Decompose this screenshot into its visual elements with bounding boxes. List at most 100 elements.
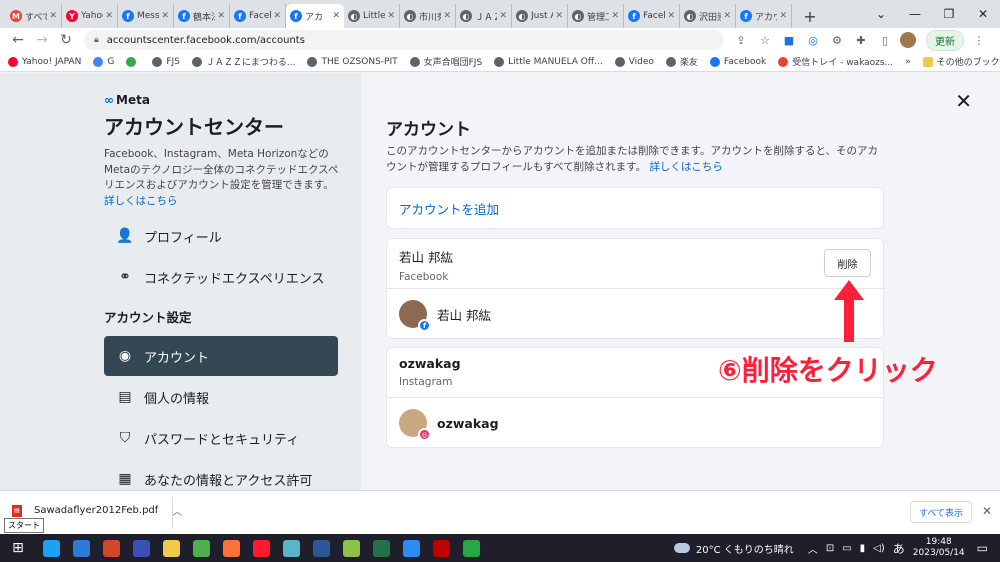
share-icon[interactable]: ⇪: [732, 31, 750, 49]
start-button[interactable]: ⊞: [0, 534, 36, 562]
sidebar-item-profile[interactable]: 👤 プロフィール: [104, 216, 338, 256]
sidebar-item-accounts[interactable]: ◉ アカウント: [104, 336, 338, 376]
tab-close-icon[interactable]: ✕: [273, 11, 281, 21]
bookmark-item[interactable]: Facebook: [709, 56, 766, 67]
sidebar-learn-more-link[interactable]: 詳しくはこちら: [104, 195, 178, 207]
browser-tab[interactable]: fアカウン✕: [736, 4, 792, 28]
tab-close-icon[interactable]: ✕: [555, 11, 563, 21]
sidebar-item-personal-info[interactable]: ▤ 個人の情報: [104, 377, 338, 417]
sidebar-item-password-security[interactable]: ⛉ パスワードとセキュリティ: [104, 418, 338, 458]
bookmark-item[interactable]: 受信トレイ - wakaozs...: [778, 55, 893, 68]
extension-circle-icon[interactable]: ◎: [804, 31, 822, 49]
taskbar-app-powerpoint-icon[interactable]: [96, 534, 126, 562]
extension-gear-icon[interactable]: ⚙: [828, 31, 846, 49]
add-account-button[interactable]: アカウントを追加: [386, 187, 884, 229]
bookmark-item[interactable]: FJS: [152, 56, 180, 67]
bookmark-item[interactable]: 楽友: [665, 55, 698, 68]
bookmark-item[interactable]: Video: [614, 56, 654, 67]
bookmark-item[interactable]: G: [93, 56, 114, 67]
tab-close-icon[interactable]: ✕: [332, 11, 340, 21]
taskbar-app-app-green-icon[interactable]: [456, 534, 486, 562]
address-bar[interactable]: 🔒︎ accountscenter.facebook.com/accounts: [84, 30, 724, 50]
back-button[interactable]: ←: [6, 32, 30, 48]
tab-close-icon[interactable]: ✕: [217, 11, 225, 21]
close-download-bar-icon[interactable]: ✕: [982, 504, 992, 518]
tab-close-icon[interactable]: ✕: [723, 11, 731, 21]
annotation-arrow: [834, 280, 864, 342]
extensions-puzzle-icon[interactable]: ✚: [852, 31, 870, 49]
browser-tab[interactable]: ◐市川秀✕: [400, 4, 456, 28]
taskbar-app-file-explorer-icon[interactable]: [156, 534, 186, 562]
taskbar-app-notebook-icon[interactable]: [276, 534, 306, 562]
sidebar-item-your-info-permissions[interactable]: ▦ あなたの情報とアクセス許可: [104, 459, 338, 490]
bookmark-item[interactable]: Little MANUELA Off...: [494, 56, 603, 67]
restore-button[interactable]: ❐: [932, 0, 966, 28]
tab-search-icon[interactable]: ⌄: [864, 0, 898, 28]
bookmark-star-icon[interactable]: ☆: [756, 31, 774, 49]
browser-tab[interactable]: ◐沢田崇✕: [680, 4, 736, 28]
update-button[interactable]: 更新: [926, 29, 964, 51]
other-bookmarks-folder[interactable]: その他のブックマーク: [922, 55, 1000, 68]
taskbar-app-notepad-icon[interactable]: [336, 534, 366, 562]
profile-row[interactable]: ◎ ozwakag: [387, 398, 883, 448]
minimize-button[interactable]: —: [898, 0, 932, 28]
close-window-button[interactable]: ✕: [966, 0, 1000, 28]
taskbar-app-ie-icon[interactable]: [66, 534, 96, 562]
tab-close-icon[interactable]: ✕: [387, 11, 395, 21]
window-controls: ⌄ — ❐ ✕: [864, 0, 1000, 28]
tab-close-icon[interactable]: ✕: [611, 11, 619, 21]
browser-tab[interactable]: fFacebo✕: [624, 4, 680, 28]
tab-close-icon[interactable]: ✕: [105, 11, 113, 21]
browser-tab[interactable]: YYahoo!✕: [62, 4, 118, 28]
taskbar-app-app-circle-icon[interactable]: [126, 534, 156, 562]
bookmark-favicon-icon: [307, 56, 318, 67]
tab-close-icon[interactable]: ✕: [49, 11, 57, 21]
taskbar-app-firefox-icon[interactable]: [216, 534, 246, 562]
sidebar-item-connected-experiences[interactable]: ⚭ コネクテッドエクスペリエンス: [104, 257, 338, 297]
browser-tab[interactable]: fMesse✕: [118, 4, 174, 28]
taskbar-app-excel-icon[interactable]: [366, 534, 396, 562]
bookmarks-overflow-button[interactable]: »: [905, 57, 911, 67]
browser-tab[interactable]: ◐ＪＡＺ✕: [456, 4, 512, 28]
browser-tab[interactable]: f アカ ✕: [286, 4, 344, 28]
tab-label: Yahoo!: [81, 11, 103, 21]
taskbar-app-photos-icon[interactable]: [396, 534, 426, 562]
tab-favicon-icon: Y: [66, 10, 78, 22]
chevron-up-icon[interactable]: ︿: [172, 503, 182, 518]
reload-button[interactable]: ↻: [54, 32, 78, 48]
new-tab-button[interactable]: +: [798, 4, 822, 28]
browser-tab[interactable]: ◐Little M✕: [344, 4, 400, 28]
tab-close-icon[interactable]: ✕: [443, 11, 451, 21]
extension-blue-icon[interactable]: ■: [780, 31, 798, 49]
show-all-button[interactable]: すべて表示: [910, 501, 972, 523]
taskbar-app-filezilla-icon[interactable]: [426, 534, 456, 562]
bookmark-item[interactable]: [126, 56, 140, 67]
bookmark-item[interactable]: Yahoo! JAPAN: [8, 56, 81, 67]
tab-close-icon[interactable]: ✕: [667, 11, 675, 21]
learn-more-link[interactable]: 詳しくはこちら: [649, 161, 723, 173]
bookmark-favicon-icon: [409, 56, 420, 67]
bookmark-item[interactable]: THE OZSONS-PIT: [307, 56, 398, 67]
browser-tab[interactable]: fFacebo✕: [230, 4, 286, 28]
delete-button[interactable]: 削除: [824, 249, 871, 277]
close-icon[interactable]: ✕: [955, 89, 972, 113]
taskbar-app-word-icon[interactable]: [306, 534, 336, 562]
forward-button[interactable]: →: [30, 32, 54, 48]
side-panel-icon[interactable]: ▯: [876, 31, 894, 49]
profile-row[interactable]: f 若山 邦紘: [387, 289, 883, 339]
browser-tab[interactable]: ◐管理工✕: [568, 4, 624, 28]
browser-tab[interactable]: f鶴本法✕: [174, 4, 230, 28]
taskbar-app-chrome-icon[interactable]: [186, 534, 216, 562]
taskbar-app-opera-icon[interactable]: [246, 534, 276, 562]
browser-tab[interactable]: Mすべての✕: [6, 4, 62, 28]
menu-dots-icon[interactable]: ⋮: [970, 31, 988, 49]
taskbar-app-edge-icon[interactable]: [36, 534, 66, 562]
browser-tab[interactable]: ◐Just A✕: [512, 4, 568, 28]
tab-close-icon[interactable]: ✕: [779, 11, 787, 21]
download-item[interactable]: ▤ Sawadaflyer2012Feb.pdf ︿: [12, 503, 182, 518]
tab-close-icon[interactable]: ✕: [499, 11, 507, 21]
bookmark-item[interactable]: 女声合唱団FJS: [409, 55, 482, 68]
tab-close-icon[interactable]: ✕: [161, 11, 169, 21]
bookmark-item[interactable]: ＪＡＺＺにまつわる...: [191, 55, 295, 68]
profile-avatar[interactable]: [900, 32, 916, 48]
